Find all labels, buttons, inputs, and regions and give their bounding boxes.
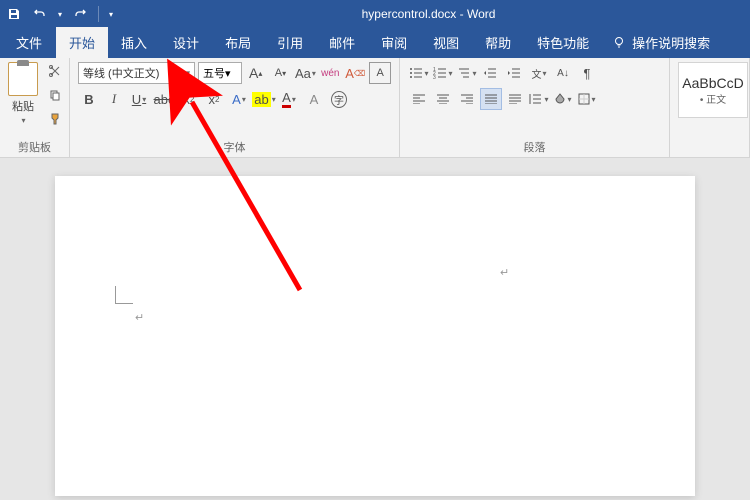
format-painter-icon[interactable] <box>46 110 64 128</box>
bullets-button[interactable]: ▾ <box>408 62 430 84</box>
qat-separator <box>98 6 99 22</box>
document-area: ↵ ↵ <box>0 158 750 500</box>
subscript-button[interactable]: x2 <box>178 88 200 110</box>
quick-access-toolbar: ▾ ▾ <box>6 6 113 22</box>
paste-dropdown-icon[interactable]: ▾ <box>21 116 25 125</box>
borders-button[interactable]: ▾ <box>576 88 598 110</box>
style-preview-text: AaBbCcD <box>682 75 743 91</box>
underline-button[interactable]: U▾ <box>128 88 150 110</box>
italic-button[interactable]: I <box>103 88 125 110</box>
tab-insert[interactable]: 插入 <box>108 27 160 58</box>
group-paragraph: ▾ 123▾ ▾ 文▾ A↓ ¶ ▾ ▾ ▾ 段落 <box>400 58 670 157</box>
align-left-button[interactable] <box>408 88 430 110</box>
clipboard-group-label: 剪贴板 <box>8 139 61 155</box>
tab-layout[interactable]: 布局 <box>212 27 264 58</box>
phonetic-guide-button[interactable]: wén <box>319 62 341 84</box>
lightbulb-icon <box>612 36 626 50</box>
paragraph-mark-icon: ↵ <box>500 266 509 279</box>
grow-font-button[interactable]: A▴ <box>245 62 267 84</box>
style-name: • 正文 <box>700 91 726 106</box>
enclose-characters-button[interactable]: 字 <box>328 88 350 110</box>
highlight-button[interactable]: ab▾ <box>253 88 275 110</box>
font-size-selector[interactable]: 五号 ▾ <box>198 62 242 84</box>
style-normal[interactable]: AaBbCcD • 正文 <box>678 62 748 118</box>
paste-label: 粘贴 <box>12 98 34 114</box>
margin-corner-mark <box>115 286 133 304</box>
bold-button[interactable]: B <box>78 88 100 110</box>
paste-button[interactable]: 粘贴 ▾ <box>8 62 38 128</box>
font-size-value: 五号 <box>203 65 225 81</box>
paragraph-mark-icon: ↵ <box>135 311 144 324</box>
redo-icon[interactable] <box>72 6 88 22</box>
save-icon[interactable] <box>6 6 22 22</box>
tab-design[interactable]: 设计 <box>160 27 212 58</box>
tab-mailings[interactable]: 邮件 <box>316 27 368 58</box>
tab-file[interactable]: 文件 <box>2 27 56 58</box>
undo-icon[interactable] <box>32 6 48 22</box>
shrink-font-button[interactable]: A▾ <box>270 62 292 84</box>
tab-view[interactable]: 视图 <box>420 27 472 58</box>
decrease-indent-button[interactable] <box>480 62 502 84</box>
distributed-button[interactable] <box>504 88 526 110</box>
font-name-selector[interactable]: 等线 (中文正文) ▾ <box>78 62 195 84</box>
align-center-button[interactable] <box>432 88 454 110</box>
sort-button[interactable]: A↓ <box>552 62 574 84</box>
superscript-button[interactable]: x2 <box>203 88 225 110</box>
font-color-button[interactable]: A▾ <box>278 88 300 110</box>
font-name-value: 等线 (中文正文) <box>83 65 159 81</box>
copy-icon[interactable] <box>46 86 64 104</box>
shading-button[interactable]: ▾ <box>552 88 574 110</box>
ribbon: 粘贴 ▾ 剪贴板 等线 (中文正文) ▾ <box>0 58 750 158</box>
undo-dropdown-icon[interactable]: ▾ <box>58 10 62 19</box>
numbering-button[interactable]: 123▾ <box>432 62 454 84</box>
tell-me-search[interactable]: 操作说明搜索 <box>602 27 720 58</box>
asian-layout-button[interactable]: 文▾ <box>528 62 550 84</box>
tab-references[interactable]: 引用 <box>264 27 316 58</box>
tab-help[interactable]: 帮助 <box>472 27 524 58</box>
chevron-down-icon: ▾ <box>225 67 231 80</box>
title-bar: ▾ ▾ hypercontrol.docx - Word <box>0 0 750 28</box>
group-font: 等线 (中文正文) ▾ 五号 ▾ A▴ A▾ Aa▾ wén A⌫ A B I … <box>70 58 400 157</box>
chevron-down-icon: ▾ <box>186 68 191 79</box>
svg-text:3: 3 <box>433 75 436 79</box>
tab-home[interactable]: 开始 <box>56 27 108 58</box>
align-right-button[interactable] <box>456 88 478 110</box>
change-case-button[interactable]: Aa▾ <box>294 62 316 84</box>
clipboard-icon <box>8 62 38 96</box>
character-border-button[interactable]: A <box>369 62 391 84</box>
multilevel-list-button[interactable]: ▾ <box>456 62 478 84</box>
line-spacing-button[interactable]: ▾ <box>528 88 550 110</box>
cut-icon[interactable] <box>46 62 64 80</box>
justify-button[interactable] <box>480 88 502 110</box>
document-title: hypercontrol.docx - Word <box>113 7 744 21</box>
paragraph-group-label: 段落 <box>408 139 661 155</box>
ribbon-tabs: 文件 开始 插入 设计 布局 引用 邮件 审阅 视图 帮助 特色功能 操作说明搜… <box>0 28 750 58</box>
character-shading-button[interactable]: A <box>303 88 325 110</box>
text-effects-button[interactable]: A▾ <box>228 88 250 110</box>
show-marks-button[interactable]: ¶ <box>576 62 598 84</box>
document-page[interactable]: ↵ ↵ <box>55 176 695 496</box>
font-group-label: 字体 <box>78 139 391 155</box>
tab-review[interactable]: 审阅 <box>368 27 420 58</box>
increase-indent-button[interactable] <box>504 62 526 84</box>
strikethrough-button[interactable]: abc <box>153 88 175 110</box>
tell-me-label: 操作说明搜索 <box>632 33 710 52</box>
clear-formatting-button[interactable]: A⌫ <box>344 62 366 84</box>
group-clipboard: 粘贴 ▾ 剪贴板 <box>0 58 70 157</box>
group-styles: AaBbCcD • 正文 <box>670 58 750 157</box>
tab-special[interactable]: 特色功能 <box>524 27 602 58</box>
